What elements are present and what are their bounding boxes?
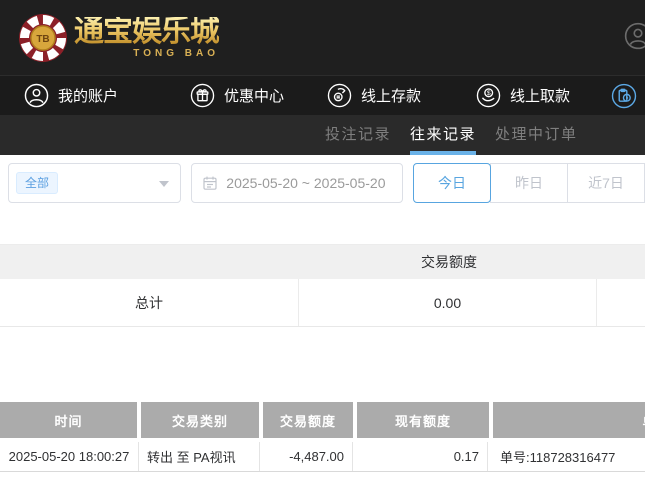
summary-total-value: 0.00: [299, 279, 597, 326]
summary-empty-cell: [597, 279, 645, 326]
nav-label: 优惠中心: [224, 88, 285, 105]
header-order-number: 单号: [493, 402, 645, 438]
nav-label: 线上存款: [361, 88, 422, 105]
selected-type-tag[interactable]: 全部: [16, 172, 59, 194]
summary-amount-header: 交易额度: [421, 254, 477, 270]
brand-title: 通宝娱乐城: [74, 14, 220, 48]
summary-table-header: 交易额度: [0, 245, 645, 279]
records-clipboard-icon[interactable]: [611, 83, 637, 109]
nav-item-online-deposit[interactable]: 线上存款: [327, 83, 421, 108]
header-time: 时间: [0, 402, 137, 438]
yesterday-button[interactable]: 昨日: [490, 163, 568, 203]
svg-text:$: $: [487, 90, 491, 97]
user-icon: [24, 83, 49, 108]
gift-icon: [190, 83, 215, 108]
transaction-type-select[interactable]: 全部: [8, 163, 182, 203]
chevron-down-icon: [159, 181, 170, 187]
date-range-input[interactable]: 2025-05-20 ~ 2025-05-20: [191, 163, 403, 203]
tab-processing-orders[interactable]: 处理中订单: [495, 115, 578, 155]
cell-transaction-amount: -4,487.00: [260, 442, 353, 471]
record-tabs: 投注记录 往来记录 处理中订单: [0, 115, 645, 155]
calendar-icon: [203, 176, 217, 190]
main-nav: 我的账户 优惠中心 线上存款 $ 线上取款: [0, 75, 645, 115]
withdraw-icon: $: [476, 83, 501, 108]
summary-total-label: 总计: [0, 279, 299, 326]
today-button[interactable]: 今日: [413, 163, 491, 203]
user-avatar-icon[interactable]: [624, 22, 645, 50]
nav-item-promotions[interactable]: 优惠中心: [190, 83, 284, 108]
nav-item-my-account[interactable]: 我的账户: [24, 83, 118, 108]
header-transaction-amount: 交易额度: [263, 402, 353, 438]
table-row: 2025-05-20 18:00:27 转出 至 PA视讯 -4,487.00 …: [0, 442, 645, 472]
tab-transaction-records[interactable]: 往来记录: [410, 115, 477, 155]
spacer: [0, 327, 645, 402]
page: TB 通宝娱乐城 TONG BAO 我的账户 优惠中心 线上存款 $ 线上取款 …: [0, 0, 645, 477]
summary-total-row: 总计 0.00: [0, 279, 645, 327]
deposit-icon: [327, 83, 352, 108]
records-table-header: 时间 交易类别 交易额度 现有额度 单号: [0, 402, 645, 438]
brand-logo[interactable]: TB 通宝娱乐城 TONG BAO: [18, 13, 220, 63]
cell-transaction-type: 转出 至 PA视讯: [139, 442, 260, 471]
cell-current-balance: 0.17: [353, 442, 488, 471]
chip-label: TB: [36, 34, 49, 45]
last-7-days-button[interactable]: 近7日: [567, 163, 645, 203]
records-table: 时间 交易类别 交易额度 现有额度 单号 2025-05-20 18:00:27…: [0, 402, 645, 472]
tab-betting-records[interactable]: 投注记录: [325, 115, 391, 155]
top-header: TB 通宝娱乐城 TONG BAO: [0, 0, 645, 75]
nav-item-online-withdrawal[interactable]: $ 线上取款: [476, 83, 570, 108]
filter-row: 全部 2025-05-20 ~ 2025-05-20 今日 昨日 近7日: [0, 155, 645, 244]
header-transaction-type: 交易类别: [141, 402, 259, 438]
cell-time: 2025-05-20 18:00:27: [0, 442, 139, 471]
brand-subtitle: TONG BAO: [133, 47, 219, 59]
nav-label: 我的账户: [58, 88, 119, 105]
header-current-balance: 现有额度: [357, 402, 489, 438]
date-range-value: 2025-05-20 ~ 2025-05-20: [226, 175, 386, 191]
quick-date-buttons: 今日 昨日 近7日: [413, 163, 645, 203]
summary-table: 交易额度 总计 0.00: [0, 244, 645, 327]
cell-order-number: 单号:118728316477: [500, 450, 616, 465]
casino-chip-icon: TB: [19, 13, 67, 62]
nav-label: 线上取款: [510, 88, 571, 105]
